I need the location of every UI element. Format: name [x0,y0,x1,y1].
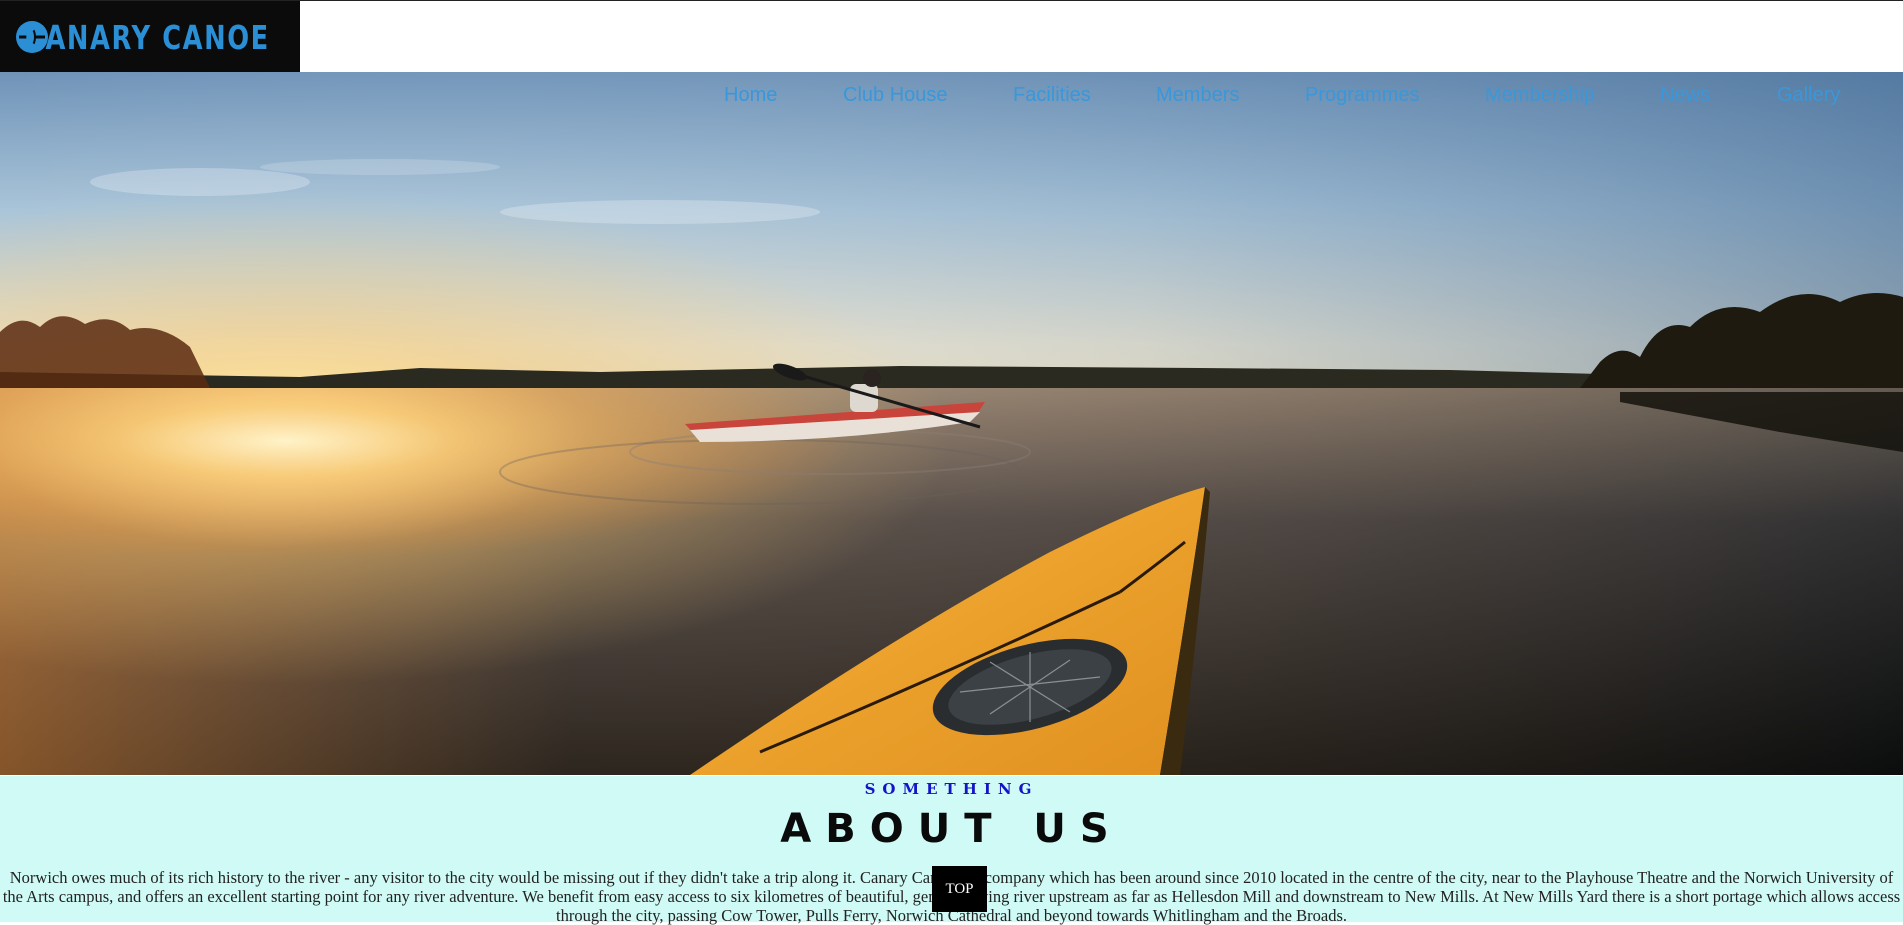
section-eyebrow: SOMETHING [864,780,1039,798]
back-to-top-button[interactable]: TOP [932,866,987,912]
nav-item-programmes[interactable]: Programmes [1305,84,1419,107]
nav-item-membership[interactable]: Membership [1485,84,1595,107]
hero-image [0,72,1903,775]
nav-item-news[interactable]: News [1660,84,1710,107]
logo-text: CANARY CANOE [25,17,270,57]
nav-item-members[interactable]: Members [1156,84,1239,107]
section-title: ABOUT US [780,806,1123,852]
site-header: CANARY CANOE [0,0,1903,73]
nav-item-facilities[interactable]: Facilities [1013,84,1091,107]
site-logo[interactable]: CANARY CANOE [0,1,300,73]
nav-item-home[interactable]: Home [724,84,777,107]
nav-item-club-house[interactable]: Club House [843,84,948,107]
main-nav: Home Club House Facilities Members Progr… [0,72,1903,122]
hero-banner [0,72,1903,775]
nav-item-gallery[interactable]: Gallery [1777,84,1840,107]
